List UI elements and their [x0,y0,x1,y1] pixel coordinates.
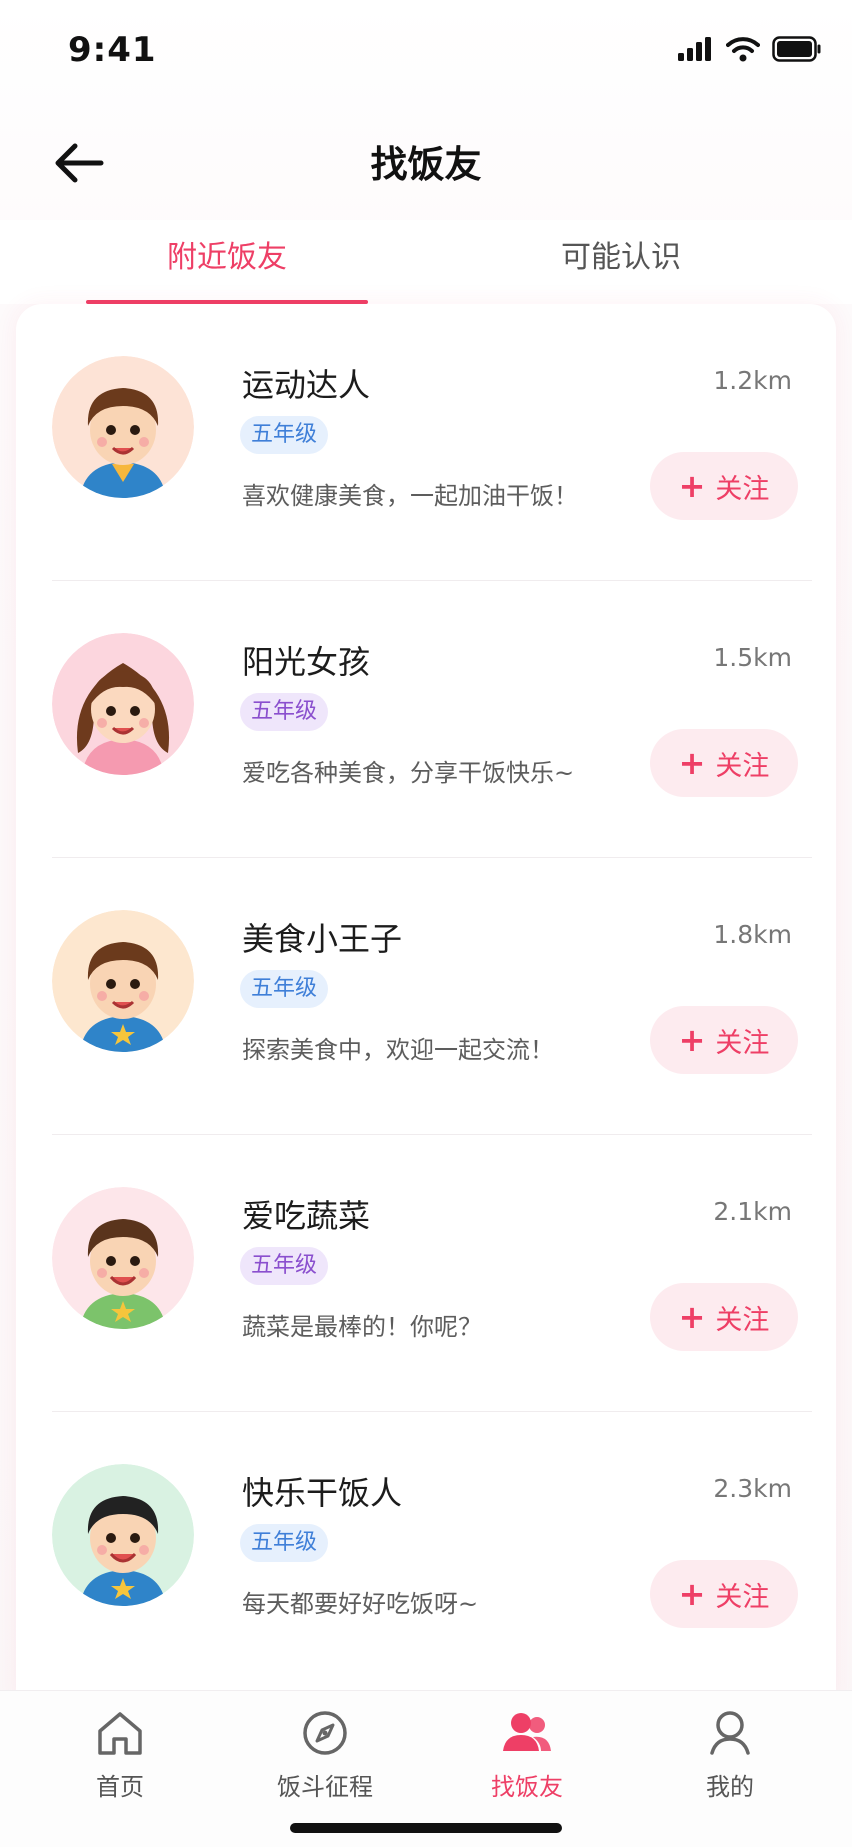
find-friends-screen: 9:41 找饭友 附近饭友 可能认识 运动达人 1.2km 五年级 喜欢健康美食… [0,0,852,1847]
friend-distance: 1.8km [713,920,792,949]
friend-row[interactable]: 美食小王子 1.8km 五年级 探索美食中，欢迎一起交流！ + 关注 [52,858,812,1135]
friend-bio: 喜欢健康美食，一起加油干饭！ [242,482,578,510]
home-icon [98,1712,142,1755]
avatar [52,356,194,498]
friend-name: 美食小王子 [242,920,403,958]
friend-row[interactable]: 运动达人 1.2km 五年级 喜欢健康美食，一起加油干饭！ + 关注 [52,304,812,581]
nav-item-profile[interactable]: 我的 [640,1705,820,1815]
plus-icon: + [678,1021,706,1059]
plus-icon: + [678,1575,706,1613]
follow-label: 关注 [715,473,770,505]
nav-item-home[interactable]: 首页 [30,1705,210,1815]
friend-bio: 每天都要好好吃饭呀~ [242,1590,479,1618]
friends-icon [503,1713,551,1751]
signal-icon [678,37,711,61]
nav-label-profile: 我的 [706,1773,754,1801]
tab-bar: 附近饭友 可能认识 [0,220,852,304]
follow-button[interactable]: + 关注 [650,729,798,797]
plus-icon: + [678,467,706,505]
follow-label: 关注 [715,1304,770,1336]
status-bar: 9:41 [0,0,852,110]
friend-distance: 2.3km [713,1474,792,1503]
follow-label: 关注 [715,1581,770,1613]
status-icons [678,36,822,62]
plus-icon: + [678,1298,706,1336]
tab-nearby-friends[interactable]: 附近饭友 [86,232,368,292]
avatar [52,910,194,1052]
follow-button[interactable]: + 关注 [650,1283,798,1351]
friend-name: 阳光女孩 [242,643,371,681]
follow-button[interactable]: + 关注 [650,1560,798,1628]
user-icon [710,1711,750,1755]
grade-badge: 五年级 [240,1247,329,1285]
friend-distance: 1.2km [713,366,792,395]
plus-icon: + [678,744,706,782]
grade-badge: 五年级 [240,970,329,1008]
compass-icon [303,1711,347,1755]
nav-item-find-friends[interactable]: 找饭友 [437,1705,617,1815]
friend-distance: 2.1km [713,1197,792,1226]
avatar [52,1464,194,1606]
grade-badge: 五年级 [240,693,329,731]
bottom-nav: 首页 饭斗征程 找饭友 我的 [0,1690,852,1847]
wifi-icon [726,37,760,62]
avatar-boy-icon [52,356,194,498]
grade-badge: 五年级 [240,416,329,454]
friends-list: 运动达人 1.2km 五年级 喜欢健康美食，一起加油干饭！ + 关注 阳光女孩 … [16,304,836,1704]
avatar [52,633,194,775]
avatar-boy-icon [52,1464,194,1606]
home-indicator [290,1823,562,1833]
avatar-girl-icon [52,633,194,775]
friend-row[interactable]: 快乐干饭人 2.3km 五年级 每天都要好好吃饭呀~ + 关注 [52,1412,812,1689]
page-title: 找饭友 [370,143,482,186]
friend-bio: 蔬菜是最棒的！你呢？ [242,1313,482,1341]
follow-button[interactable]: + 关注 [650,1006,798,1074]
header: 找饭友 [0,110,852,220]
follow-label: 关注 [715,750,770,782]
follow-label: 关注 [715,1027,770,1059]
friend-row[interactable]: 阳光女孩 1.5km 五年级 爱吃各种美食，分享干饭快乐~ + 关注 [52,581,812,858]
friend-row[interactable]: 爱吃蔬菜 2.1km 五年级 蔬菜是最棒的！你呢？ + 关注 [52,1135,812,1412]
friend-distance: 1.5km [713,643,792,672]
nav-label-home: 首页 [96,1773,144,1801]
grade-badge: 五年级 [240,1524,329,1562]
nav-label-find-friends: 找饭友 [491,1773,563,1801]
nav-label-journey: 饭斗征程 [277,1773,373,1801]
battery-icon [772,36,821,62]
status-time: 9:41 [68,30,157,70]
avatar-boy-icon [52,1187,194,1329]
nav-item-journey[interactable]: 饭斗征程 [235,1705,415,1815]
friend-name: 爱吃蔬菜 [242,1197,371,1235]
tab-may-know[interactable]: 可能认识 [480,232,762,292]
avatar [52,1187,194,1329]
friend-bio: 探索美食中，欢迎一起交流！ [242,1036,554,1064]
friend-bio: 爱吃各种美食，分享干饭快乐~ [242,759,575,787]
avatar-boy-icon [52,910,194,1052]
friend-name: 运动达人 [242,366,371,404]
follow-button[interactable]: + 关注 [650,452,798,520]
friend-name: 快乐干饭人 [242,1474,403,1512]
